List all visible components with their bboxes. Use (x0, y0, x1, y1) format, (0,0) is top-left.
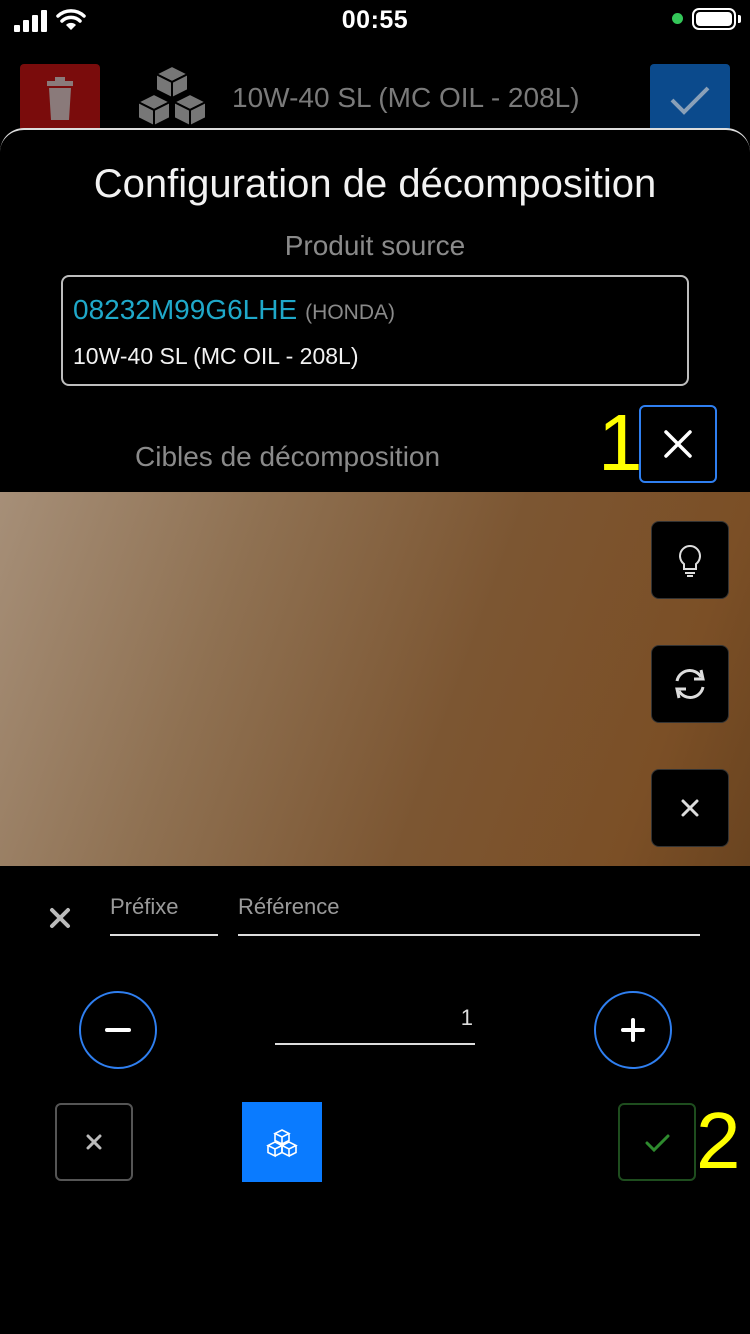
checkmark-icon (670, 86, 710, 115)
annotation-2: 2 (696, 1096, 741, 1185)
cubes-icon (135, 64, 209, 128)
remove-target-icon[interactable] (46, 904, 74, 932)
quantity-input[interactable]: 1 (275, 1005, 475, 1045)
targets-label: Cibles de décomposition (135, 441, 441, 472)
decompose-button[interactable] (242, 1102, 322, 1182)
status-time: 00:55 (341, 6, 409, 34)
cancel-button[interactable] (55, 1103, 133, 1181)
source-product-name: 10W-40 SL (MC OIL - 208L) (73, 343, 359, 369)
source-brand: (HONDA) (305, 301, 395, 324)
close-icon (664, 430, 692, 458)
plus-icon (621, 1018, 645, 1042)
increment-button[interactable] (594, 991, 672, 1069)
camera-preview[interactable] (0, 492, 750, 866)
close-icon (86, 1134, 102, 1150)
flash-button[interactable] (651, 521, 729, 599)
refresh-icon (675, 669, 705, 699)
decrement-button[interactable] (79, 991, 157, 1069)
source-product-label: Produit source (284, 230, 466, 261)
source-product-reference: 08232M99G6LHE (HONDA) (73, 294, 395, 326)
modal-title: Configuration de décomposition (93, 162, 657, 206)
close-icon (681, 799, 699, 817)
camera-close-button[interactable] (651, 769, 729, 847)
minus-icon (105, 1028, 131, 1032)
privacy-indicator (672, 13, 683, 24)
confirm-button[interactable] (618, 1103, 696, 1181)
background-confirm-button[interactable] (650, 64, 730, 134)
prefix-input[interactable]: Préfixe (110, 894, 218, 936)
lightbulb-icon (679, 544, 701, 577)
background-product-title: 10W-40 SL (MC OIL - 208L) (232, 82, 580, 113)
delete-button[interactable] (20, 64, 100, 134)
cubes-icon (266, 1129, 298, 1158)
close-camera-button[interactable] (639, 405, 717, 483)
battery-tip (738, 15, 741, 23)
source-reference-code: 08232M99G6LHE (73, 294, 298, 325)
annotation-1: 1 (598, 398, 643, 487)
reference-input[interactable]: Référence (238, 894, 700, 936)
battery-icon (692, 8, 736, 30)
switch-camera-button[interactable] (651, 645, 729, 723)
trash-icon (47, 77, 73, 120)
checkmark-icon (645, 1134, 670, 1153)
